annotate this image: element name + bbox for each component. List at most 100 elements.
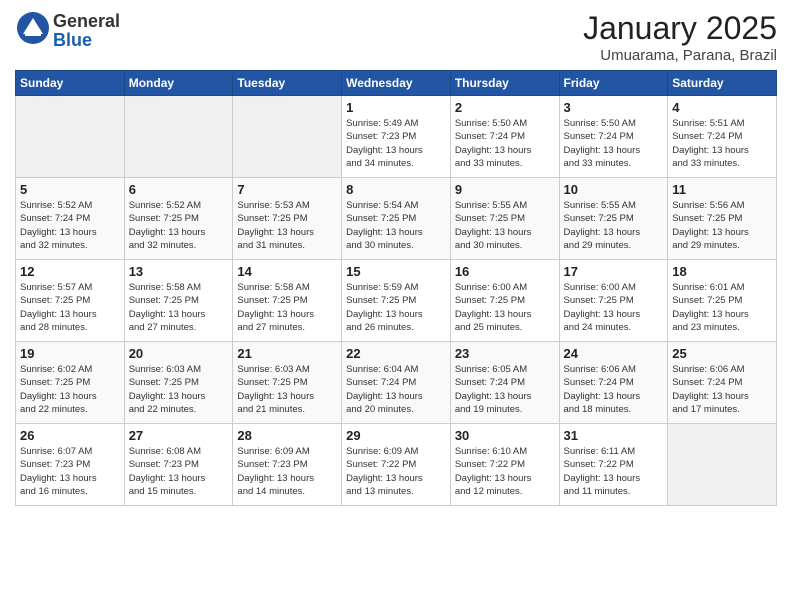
day-info: Sunrise: 6:09 AM Sunset: 7:23 PM Dayligh… [237,445,337,498]
calendar-cell: 16 Sunrise: 6:00 AM Sunset: 7:25 PM Dayli… [450,260,559,342]
calendar-cell: 21 Sunrise: 6:03 AM Sunset: 7:25 PM Dayli… [233,342,342,424]
day-info: Sunrise: 6:11 AM Sunset: 7:22 PM Dayligh… [564,445,664,498]
calendar-cell: 22 Sunrise: 6:04 AM Sunset: 7:24 PM Dayli… [342,342,451,424]
calendar-cell: 9 Sunrise: 5:55 AM Sunset: 7:25 PM Daylig… [450,178,559,260]
calendar-cell: 25Sunrise: 6:06 AM Sunset: 7:24 PM Dayli… [668,342,777,424]
calendar-week-4: 26 Sunrise: 6:07 AM Sunset: 7:23 PM Dayli… [16,424,777,506]
calendar-header: Sunday Monday Tuesday Wednesday Thursday… [16,71,777,96]
calendar-week-1: 5 Sunrise: 5:52 AM Sunset: 7:24 PM Daylig… [16,178,777,260]
calendar-week-0: 1 Sunrise: 5:49 AM Sunset: 7:23 PM Daylig… [16,96,777,178]
day-number: 24 [564,346,664,361]
header-saturday: Saturday [668,71,777,96]
calendar-cell: 3 Sunrise: 5:50 AM Sunset: 7:24 PM Daylig… [559,96,668,178]
calendar-cell: 6Sunrise: 5:52 AM Sunset: 7:25 PM Daylig… [124,178,233,260]
calendar-cell: 1 Sunrise: 5:49 AM Sunset: 7:23 PM Daylig… [342,96,451,178]
day-info: Sunrise: 6:00 AM Sunset: 7:25 PM Dayligh… [564,281,664,334]
calendar-cell: 15 Sunrise: 5:59 AM Sunset: 7:25 PM Dayli… [342,260,451,342]
header-row: Sunday Monday Tuesday Wednesday Thursday… [16,71,777,96]
day-number: 29 [346,428,446,443]
day-info: Sunrise: 5:59 AM Sunset: 7:25 PM Dayligh… [346,281,446,334]
main-title: January 2025 [583,10,777,47]
calendar-cell: 28Sunrise: 6:09 AM Sunset: 7:23 PM Dayli… [233,424,342,506]
logo: General Blue [15,10,120,51]
calendar-cell: 12Sunrise: 5:57 AM Sunset: 7:25 PM Dayli… [16,260,125,342]
day-number: 11 [672,182,772,197]
day-info: Sunrise: 6:10 AM Sunset: 7:22 PM Dayligh… [455,445,555,498]
logo-general: General [53,11,120,31]
day-number: 1 [346,100,446,115]
day-info: Sunrise: 6:03 AM Sunset: 7:25 PM Dayligh… [237,363,337,416]
day-info: Sunrise: 5:50 AM Sunset: 7:24 PM Dayligh… [564,117,664,170]
day-info: Sunrise: 6:03 AM Sunset: 7:25 PM Dayligh… [129,363,229,416]
day-number: 10 [564,182,664,197]
day-info: Sunrise: 6:07 AM Sunset: 7:23 PM Dayligh… [20,445,120,498]
day-info: Sunrise: 5:55 AM Sunset: 7:25 PM Dayligh… [455,199,555,252]
day-number: 18 [672,264,772,279]
day-number: 4 [672,100,772,115]
day-number: 19 [20,346,120,361]
day-number: 2 [455,100,555,115]
calendar-cell: 24 Sunrise: 6:06 AM Sunset: 7:24 PM Dayli… [559,342,668,424]
calendar-cell [16,96,125,178]
day-number: 15 [346,264,446,279]
day-number: 5 [20,182,120,197]
day-info: Sunrise: 6:02 AM Sunset: 7:25 PM Dayligh… [20,363,120,416]
day-number: 13 [129,264,229,279]
day-info: Sunrise: 6:04 AM Sunset: 7:24 PM Dayligh… [346,363,446,416]
day-info: Sunrise: 5:55 AM Sunset: 7:25 PM Dayligh… [564,199,664,252]
day-info: Sunrise: 5:58 AM Sunset: 7:25 PM Dayligh… [129,281,229,334]
day-number: 26 [20,428,120,443]
calendar-body: 1 Sunrise: 5:49 AM Sunset: 7:23 PM Daylig… [16,96,777,506]
day-number: 23 [455,346,555,361]
day-number: 25 [672,346,772,361]
day-number: 3 [564,100,664,115]
calendar-cell: 31 Sunrise: 6:11 AM Sunset: 7:22 PM Dayli… [559,424,668,506]
day-number: 16 [455,264,555,279]
day-info: Sunrise: 6:08 AM Sunset: 7:23 PM Dayligh… [129,445,229,498]
calendar-cell: 18 Sunrise: 6:01 AM Sunset: 7:25 PM Dayli… [668,260,777,342]
day-info: Sunrise: 5:50 AM Sunset: 7:24 PM Dayligh… [455,117,555,170]
day-number: 21 [237,346,337,361]
day-number: 31 [564,428,664,443]
day-info: Sunrise: 5:58 AM Sunset: 7:25 PM Dayligh… [237,281,337,334]
header-wednesday: Wednesday [342,71,451,96]
calendar-cell: 7 Sunrise: 5:53 AM Sunset: 7:25 PM Daylig… [233,178,342,260]
day-number: 30 [455,428,555,443]
calendar-cell [233,96,342,178]
day-info: Sunrise: 6:00 AM Sunset: 7:25 PM Dayligh… [455,281,555,334]
calendar-cell: 13 Sunrise: 5:58 AM Sunset: 7:25 PM Dayli… [124,260,233,342]
day-number: 22 [346,346,446,361]
day-number: 27 [129,428,229,443]
header-thursday: Thursday [450,71,559,96]
calendar-cell: 30 Sunrise: 6:10 AM Sunset: 7:22 PM Dayli… [450,424,559,506]
calendar-cell: 8Sunrise: 5:54 AM Sunset: 7:25 PM Daylig… [342,178,451,260]
calendar-cell: 10 Sunrise: 5:55 AM Sunset: 7:25 PM Dayli… [559,178,668,260]
day-number: 7 [237,182,337,197]
day-info: Sunrise: 5:49 AM Sunset: 7:23 PM Dayligh… [346,117,446,170]
day-number: 17 [564,264,664,279]
calendar-cell: 27 Sunrise: 6:08 AM Sunset: 7:23 PM Dayli… [124,424,233,506]
day-info: Sunrise: 5:52 AM Sunset: 7:24 PM Dayligh… [20,199,120,252]
calendar-cell: 26 Sunrise: 6:07 AM Sunset: 7:23 PM Dayli… [16,424,125,506]
logo-icon [15,10,51,46]
calendar-cell: 11Sunrise: 5:56 AM Sunset: 7:25 PM Dayli… [668,178,777,260]
header-friday: Friday [559,71,668,96]
calendar-cell: 29 Sunrise: 6:09 AM Sunset: 7:22 PM Dayli… [342,424,451,506]
header-tuesday: Tuesday [233,71,342,96]
day-number: 8 [346,182,446,197]
day-number: 12 [20,264,120,279]
day-number: 9 [455,182,555,197]
day-number: 6 [129,182,229,197]
day-info: Sunrise: 6:05 AM Sunset: 7:24 PM Dayligh… [455,363,555,416]
day-info: Sunrise: 5:51 AM Sunset: 7:24 PM Dayligh… [672,117,772,170]
title-block: January 2025 Umuarama, Parana, Brazil [583,10,777,64]
day-info: Sunrise: 5:53 AM Sunset: 7:25 PM Dayligh… [237,199,337,252]
calendar-cell [124,96,233,178]
calendar-week-3: 19 Sunrise: 6:02 AM Sunset: 7:25 PM Dayli… [16,342,777,424]
day-info: Sunrise: 6:01 AM Sunset: 7:25 PM Dayligh… [672,281,772,334]
calendar-cell: 5 Sunrise: 5:52 AM Sunset: 7:24 PM Daylig… [16,178,125,260]
day-info: Sunrise: 6:09 AM Sunset: 7:22 PM Dayligh… [346,445,446,498]
day-number: 14 [237,264,337,279]
page-container: General Blue January 2025 Umuarama, Para… [0,0,792,516]
day-info: Sunrise: 6:06 AM Sunset: 7:24 PM Dayligh… [564,363,664,416]
